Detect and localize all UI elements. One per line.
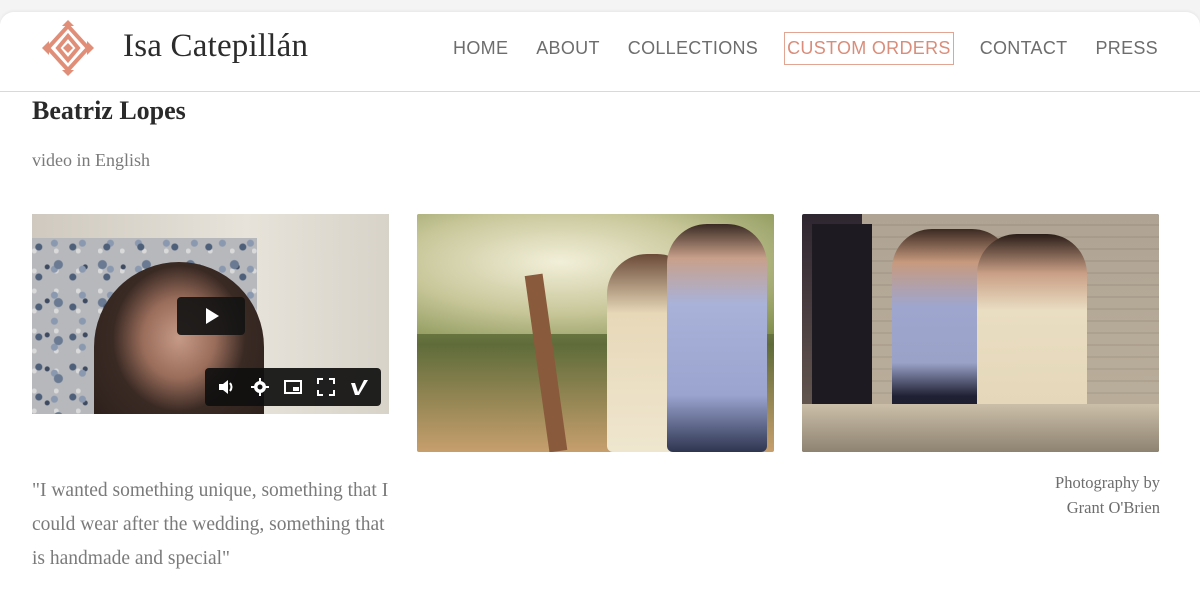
site-brand[interactable]: Isa Catepillán: [123, 28, 308, 65]
volume-icon[interactable]: [216, 376, 238, 398]
testimonial-quote: "I wanted something unique, something th…: [32, 480, 389, 569]
video-controls: [205, 368, 381, 406]
photo1-groom: [667, 224, 767, 452]
play-button[interactable]: [177, 297, 245, 335]
photo-credit: Photography by Grant O'Brien: [960, 470, 1160, 520]
settings-icon[interactable]: [249, 376, 271, 398]
page-subtitle: video in English: [32, 150, 150, 170]
nav-collections[interactable]: COLLECTIONS: [626, 33, 760, 64]
site-header: Isa Catepillán HOME ABOUT COLLECTIONS CU…: [0, 12, 1200, 92]
nav-about[interactable]: ABOUT: [534, 33, 602, 64]
photo2-door: [812, 224, 872, 404]
nav-home[interactable]: HOME: [451, 33, 510, 64]
fullscreen-icon[interactable]: [315, 376, 337, 398]
nav-contact[interactable]: CONTACT: [978, 33, 1070, 64]
picture-in-picture-icon[interactable]: [282, 376, 304, 398]
play-icon: [206, 308, 219, 324]
wedding-photo-1[interactable]: [417, 214, 774, 452]
vimeo-icon[interactable]: [348, 376, 370, 398]
page-title: Beatriz Lopes: [32, 96, 186, 125]
main-nav: HOME ABOUT COLLECTIONS CUSTOM ORDERS CON…: [427, 32, 1160, 65]
nav-custom-orders[interactable]: CUSTOM ORDERS: [784, 32, 954, 65]
photo-credit-line2: Grant O'Brien: [1066, 498, 1160, 517]
video-player[interactable]: [32, 214, 389, 414]
diamond-motif-icon[interactable]: [40, 20, 96, 76]
photo2-porch: [802, 404, 1159, 452]
photo-credit-line1: Photography by: [1055, 473, 1160, 492]
nav-press[interactable]: PRESS: [1093, 33, 1160, 64]
wedding-photo-2[interactable]: [802, 214, 1159, 452]
page: Isa Catepillán HOME ABOUT COLLECTIONS CU…: [0, 12, 1200, 611]
